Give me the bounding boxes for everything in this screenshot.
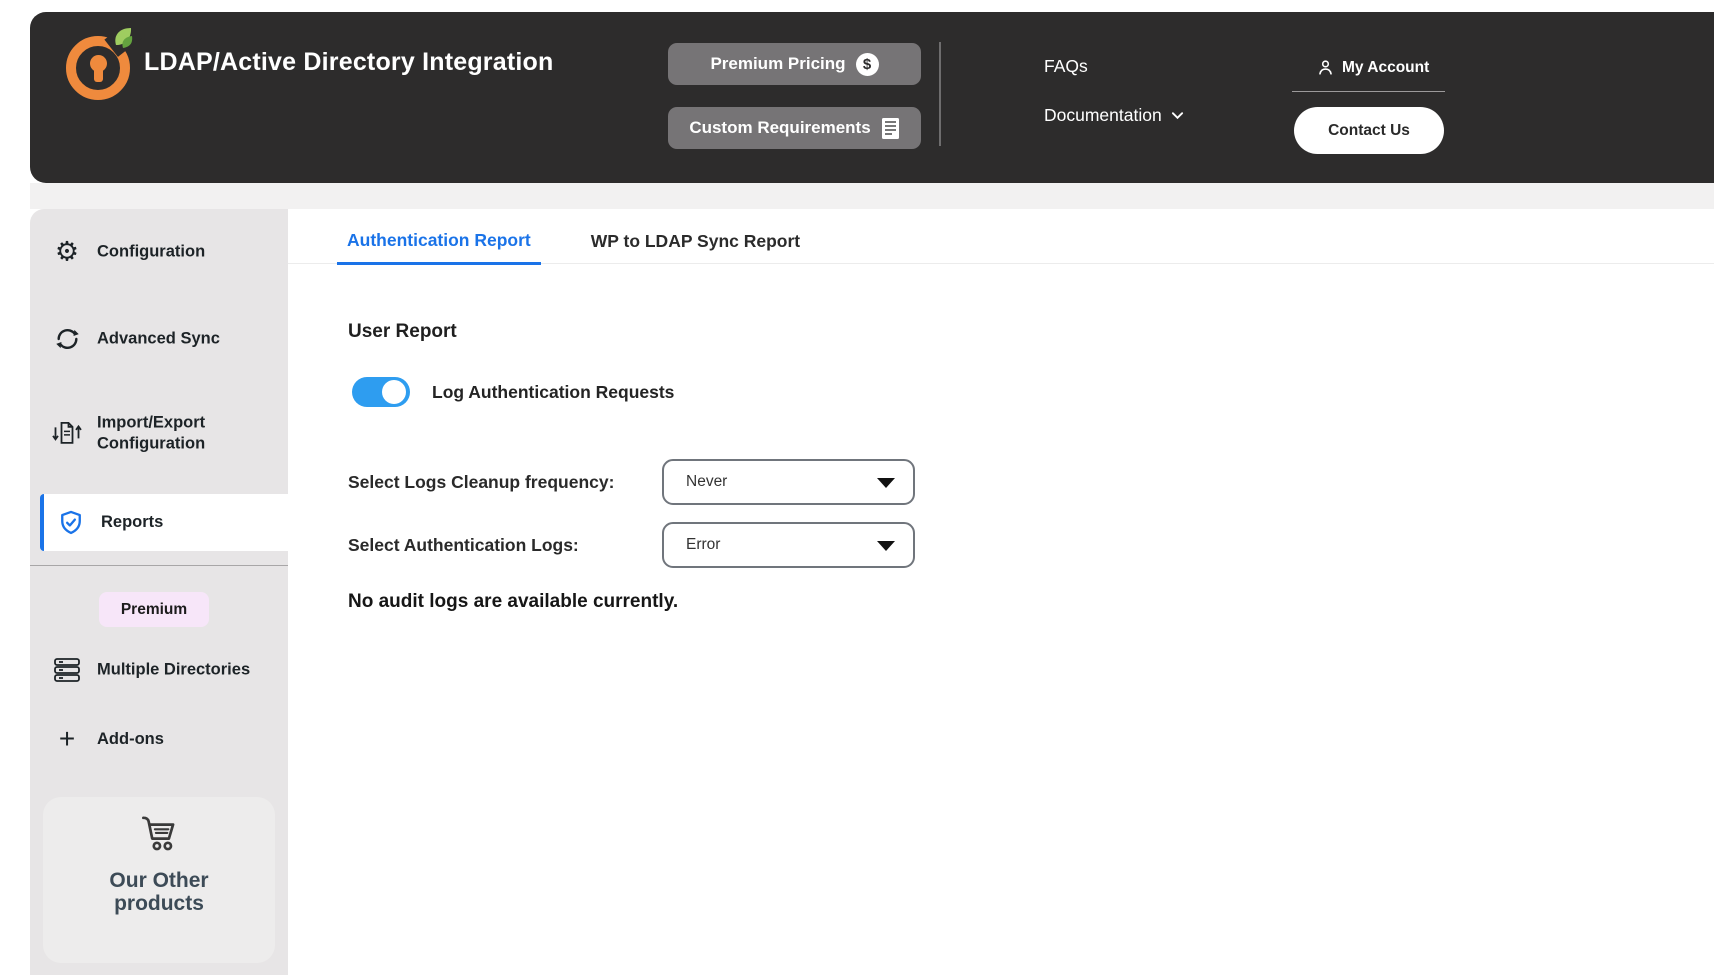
document-list-icon <box>881 117 900 140</box>
top-header: LDAP/Active Directory Integration Premiu… <box>30 12 1714 183</box>
documentation-link[interactable]: Documentation <box>1044 105 1184 126</box>
log-auth-requests-label: Log Authentication Requests <box>432 382 674 403</box>
leaf-icon <box>109 26 137 52</box>
cleanup-frequency-select[interactable]: Never <box>662 459 915 505</box>
sidebar-item-label: Configuration <box>97 243 205 262</box>
sidebar-divider <box>30 565 288 566</box>
gear-icon: ⚙ <box>52 239 82 266</box>
main-content: Authentication Report WP to LDAP Sync Re… <box>288 209 1714 975</box>
empty-logs-message: No audit logs are available currently. <box>348 591 678 613</box>
custom-requirements-button[interactable]: Custom Requirements <box>668 107 921 149</box>
my-account-link[interactable]: My Account <box>1316 58 1429 77</box>
plugin-logo <box>66 36 130 100</box>
header-content-gap <box>30 183 1714 209</box>
user-icon <box>1316 58 1335 77</box>
auth-logs-value: Error <box>686 536 720 554</box>
sidebar-item-add-ons[interactable]: + Add-ons <box>52 725 164 753</box>
cleanup-frequency-label: Select Logs Cleanup frequency: <box>348 472 662 493</box>
header-divider <box>939 42 941 146</box>
cleanup-frequency-value: Never <box>686 473 727 491</box>
chevron-down-icon <box>1171 111 1184 120</box>
sync-icon <box>52 326 82 353</box>
shield-check-icon <box>56 509 86 537</box>
documentation-label: Documentation <box>1044 105 1162 126</box>
dollar-icon: $ <box>856 53 879 76</box>
sidebar-item-label: Import/Export Configuration <box>97 412 225 453</box>
sidebar-item-reports[interactable]: Reports <box>40 494 288 551</box>
cleanup-frequency-row: Select Logs Cleanup frequency: Never <box>348 459 915 505</box>
auth-logs-select[interactable]: Error <box>662 522 915 568</box>
my-account-label: My Account <box>1342 59 1429 77</box>
other-products-label: Our Other products <box>43 870 275 915</box>
contact-us-button[interactable]: Contact Us <box>1294 107 1444 154</box>
custom-requirements-label: Custom Requirements <box>689 118 870 138</box>
premium-badge: Premium <box>99 592 209 627</box>
app-window: LDAP/Active Directory Integration Premiu… <box>0 0 1714 975</box>
sidebar-item-configuration[interactable]: ⚙ Configuration <box>52 239 205 266</box>
premium-pricing-label: Premium Pricing <box>710 54 845 74</box>
sidebar-item-label: Reports <box>101 513 163 532</box>
other-products-card[interactable]: Our Other products <box>43 797 275 963</box>
import-export-icon <box>52 420 82 447</box>
plus-icon: + <box>52 725 82 753</box>
auth-logs-label: Select Authentication Logs: <box>348 535 662 556</box>
auth-logs-row: Select Authentication Logs: Error <box>348 522 915 568</box>
tab-wp-to-ldap-sync-report[interactable]: WP to LDAP Sync Report <box>581 231 810 263</box>
caret-down-icon <box>877 478 895 488</box>
faqs-link[interactable]: FAQs <box>1044 56 1088 77</box>
premium-pricing-button[interactable]: Premium Pricing $ <box>668 43 921 85</box>
sidebar-item-label: Multiple Directories <box>97 661 250 680</box>
server-stack-icon <box>52 657 82 684</box>
page-title: LDAP/Active Directory Integration <box>144 48 553 77</box>
sidebar-item-multiple-directories[interactable]: Multiple Directories <box>52 657 250 684</box>
sidebar-item-import-export-configuration[interactable]: Import/Export Configuration <box>52 412 225 453</box>
sidebar-item-label: Advanced Sync <box>97 330 220 349</box>
toggle-knob <box>382 380 406 404</box>
log-auth-requests-toggle[interactable] <box>352 377 410 407</box>
section-title: User Report <box>348 321 457 343</box>
tab-authentication-report[interactable]: Authentication Report <box>337 230 541 265</box>
account-divider <box>1292 91 1445 92</box>
tab-bar: Authentication Report WP to LDAP Sync Re… <box>288 209 1714 264</box>
sidebar-item-label: Add-ons <box>97 730 164 749</box>
sidebar: ⚙ Configuration Advanced Sync <box>30 209 288 975</box>
sidebar-item-advanced-sync[interactable]: Advanced Sync <box>52 326 220 353</box>
caret-down-icon <box>877 541 895 551</box>
cart-icon <box>134 813 184 857</box>
log-auth-requests-row: Log Authentication Requests <box>352 377 674 407</box>
